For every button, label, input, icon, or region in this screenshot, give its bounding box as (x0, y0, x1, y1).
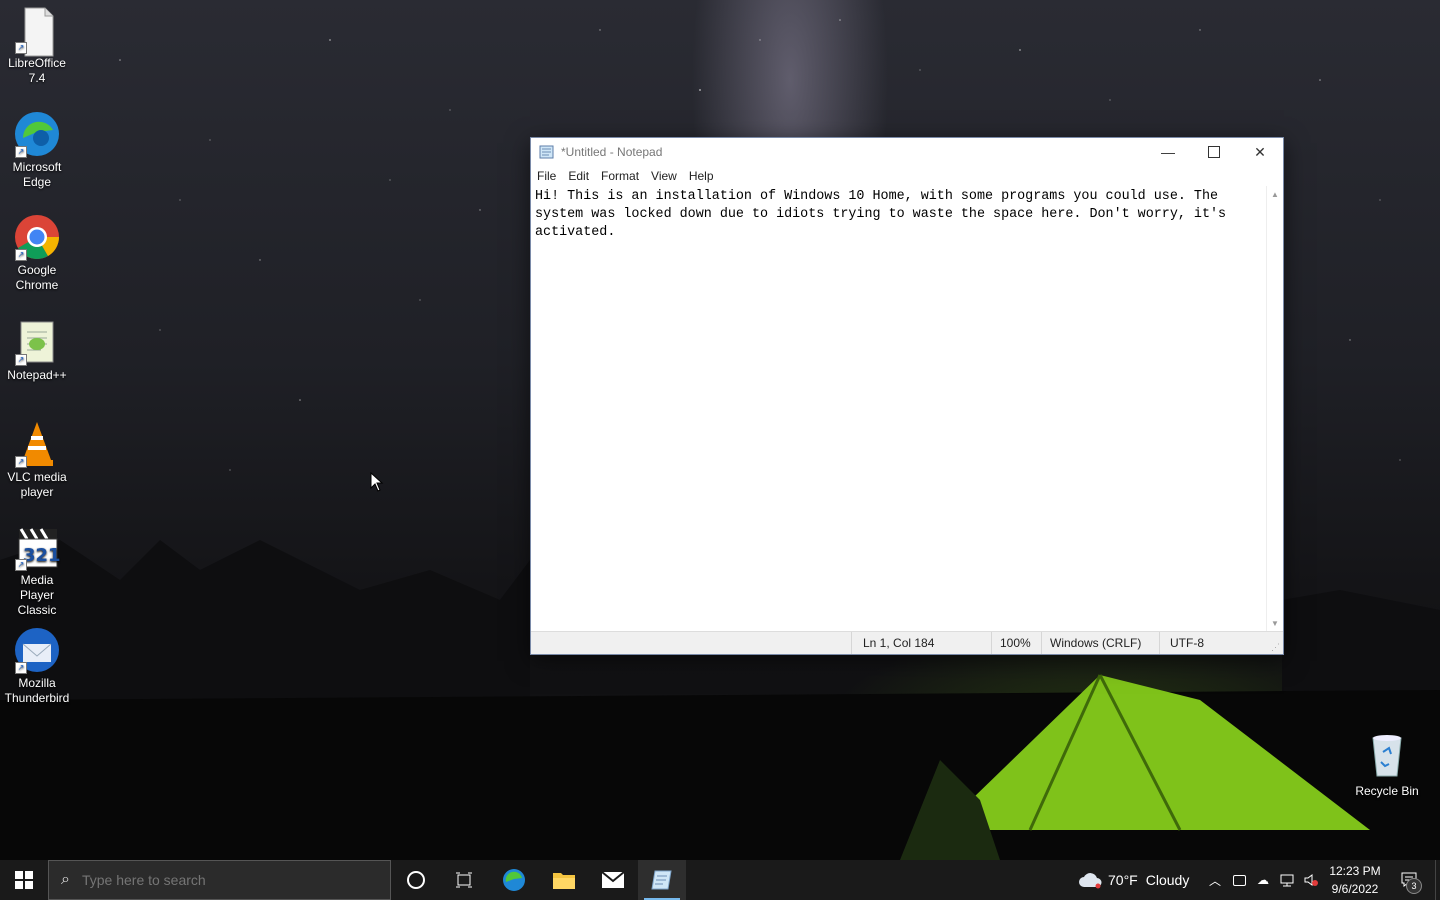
resize-grip-icon[interactable]: ⋰ (1271, 642, 1280, 653)
clock-time: 12:23 PM (1329, 864, 1381, 878)
text-editor[interactable]: Hi! This is an installation of Windows 1… (531, 186, 1267, 632)
edge-icon: ↗ (13, 110, 61, 158)
minimize-icon: — (1161, 144, 1175, 160)
scroll-up-icon[interactable]: ▲ (1271, 190, 1279, 199)
desktop-icon-chrome[interactable]: ↗ Google Chrome (2, 213, 72, 293)
status-bar: Ln 1, Col 184 100% Windows (CRLF) UTF-8 … (531, 631, 1283, 654)
notepad-window[interactable]: *Untitled - Notepad — ✕ File Edit Format… (530, 137, 1284, 655)
desktop-icon-label: Notepad++ (7, 368, 67, 382)
desktop-icon-mpc[interactable]: 321 ↗ Media Player Classic (2, 523, 72, 618)
desktop-icon-label: VLC media player (7, 470, 67, 499)
desktop-icon-edge[interactable]: ↗ Microsoft Edge (2, 110, 72, 190)
svg-text:321: 321 (23, 545, 61, 566)
desktop-icon-label: LibreOffice 7.4 (8, 56, 66, 85)
tray-meet-now[interactable] (1228, 860, 1250, 900)
vertical-scrollbar[interactable]: ▲ ▼ (1266, 186, 1283, 632)
maximize-button[interactable] (1191, 138, 1237, 166)
menu-bar: File Edit Format View Help (531, 166, 1283, 186)
mail-icon (601, 871, 625, 888)
desktop-icon-libreoffice[interactable]: ↗ LibreOffice 7.4 (2, 6, 72, 86)
maximize-icon (1208, 146, 1220, 158)
desktop-icon-label: Media Player Classic (17, 573, 57, 617)
menu-format[interactable]: Format (601, 169, 639, 183)
taskbar: ⌕ 70°F Cloudy ︿ ☁ 12:23 PM 9/6/2022 (0, 860, 1440, 900)
clock-date: 9/6/2022 (1331, 882, 1379, 896)
status-position: Ln 1, Col 184 (863, 636, 935, 650)
action-center-button[interactable]: 3 (1390, 860, 1430, 900)
taskbar-notepad[interactable] (638, 860, 686, 900)
volume-muted-icon (1304, 874, 1318, 886)
recycle-bin-label: Recycle Bin (1355, 784, 1419, 798)
status-encoding: UTF-8 (1170, 636, 1204, 650)
desktop-icon-thunderbird[interactable]: ↗ Mozilla Thunderbird (2, 626, 72, 706)
close-button[interactable]: ✕ (1237, 138, 1283, 166)
task-view-button[interactable] (440, 860, 488, 900)
search-icon: ⌕ (61, 871, 70, 888)
status-divider (851, 632, 852, 654)
title-bar[interactable]: *Untitled - Notepad — ✕ (531, 138, 1283, 166)
status-divider (1159, 632, 1160, 654)
libreoffice-icon: ↗ (13, 6, 61, 57)
status-divider (1041, 632, 1042, 654)
desktop-icon-notepadpp[interactable]: ↗ Notepad++ (2, 318, 72, 383)
notepad-icon (651, 870, 672, 890)
taskbar-edge[interactable] (490, 860, 538, 900)
close-icon: ✕ (1254, 143, 1266, 160)
chevron-up-icon: ︿ (1208, 873, 1221, 888)
tray-volume[interactable] (1300, 860, 1322, 900)
desktop-icon-label: Microsoft Edge (12, 160, 62, 189)
show-desktop-button[interactable] (1435, 860, 1440, 900)
menu-view[interactable]: View (651, 169, 677, 183)
search-input[interactable] (79, 871, 364, 889)
desktop-icon-label: Mozilla Thunderbird (4, 676, 70, 705)
recycle-bin-icon (1363, 730, 1411, 780)
windows-logo-icon (15, 871, 33, 889)
edge-icon (503, 869, 525, 891)
vlc-icon: ↗ (13, 420, 61, 468)
weather-widget[interactable]: 70°F Cloudy (1078, 860, 1206, 900)
meet-icon (1232, 874, 1246, 886)
notification-count-badge: 3 (1406, 878, 1422, 894)
weather-temp: 70°F (1108, 872, 1138, 888)
show-hidden-icons-button[interactable]: ︿ (1204, 860, 1226, 900)
notepad-icon (539, 145, 555, 159)
cortana-button[interactable] (392, 860, 440, 900)
taskbar-search[interactable]: ⌕ (48, 860, 391, 900)
desktop-icon-label: Google Chrome (15, 263, 59, 292)
taskbar-file-explorer[interactable] (540, 860, 588, 900)
scroll-down-icon[interactable]: ▼ (1271, 619, 1279, 628)
folder-icon (553, 873, 575, 889)
chrome-icon: ↗ (13, 213, 61, 261)
media-player-classic-icon: 321 ↗ (13, 523, 61, 571)
status-divider (991, 632, 992, 654)
menu-edit[interactable]: Edit (568, 169, 589, 183)
status-zoom: 100% (1000, 636, 1031, 650)
menu-help[interactable]: Help (689, 169, 714, 183)
start-button[interactable] (0, 860, 48, 900)
tray-network[interactable] (1276, 860, 1298, 900)
taskbar-mail[interactable] (589, 860, 637, 900)
clock[interactable]: 12:23 PM 9/6/2022 (1324, 860, 1386, 900)
menu-file[interactable]: File (537, 169, 556, 183)
mouse-cursor-icon (370, 472, 384, 492)
cortana-icon (407, 871, 425, 889)
minimize-button[interactable]: — (1145, 138, 1191, 166)
cloud-icon (1079, 873, 1102, 889)
status-line-endings: Windows (CRLF) (1050, 636, 1142, 650)
thunderbird-icon: ↗ (13, 626, 61, 674)
network-icon (1280, 874, 1294, 887)
task-view-icon (456, 872, 472, 888)
desktop-icon-vlc[interactable]: ↗ VLC media player (2, 420, 72, 500)
window-title: *Untitled - Notepad (561, 145, 663, 159)
onedrive-icon: ☁ (1257, 873, 1269, 887)
desktop-icon-recycle-bin[interactable]: Recycle Bin (1352, 730, 1422, 798)
notepadpp-icon: ↗ (13, 318, 61, 366)
tray-onedrive[interactable]: ☁ (1252, 860, 1274, 900)
weather-condition: Cloudy (1145, 872, 1190, 888)
